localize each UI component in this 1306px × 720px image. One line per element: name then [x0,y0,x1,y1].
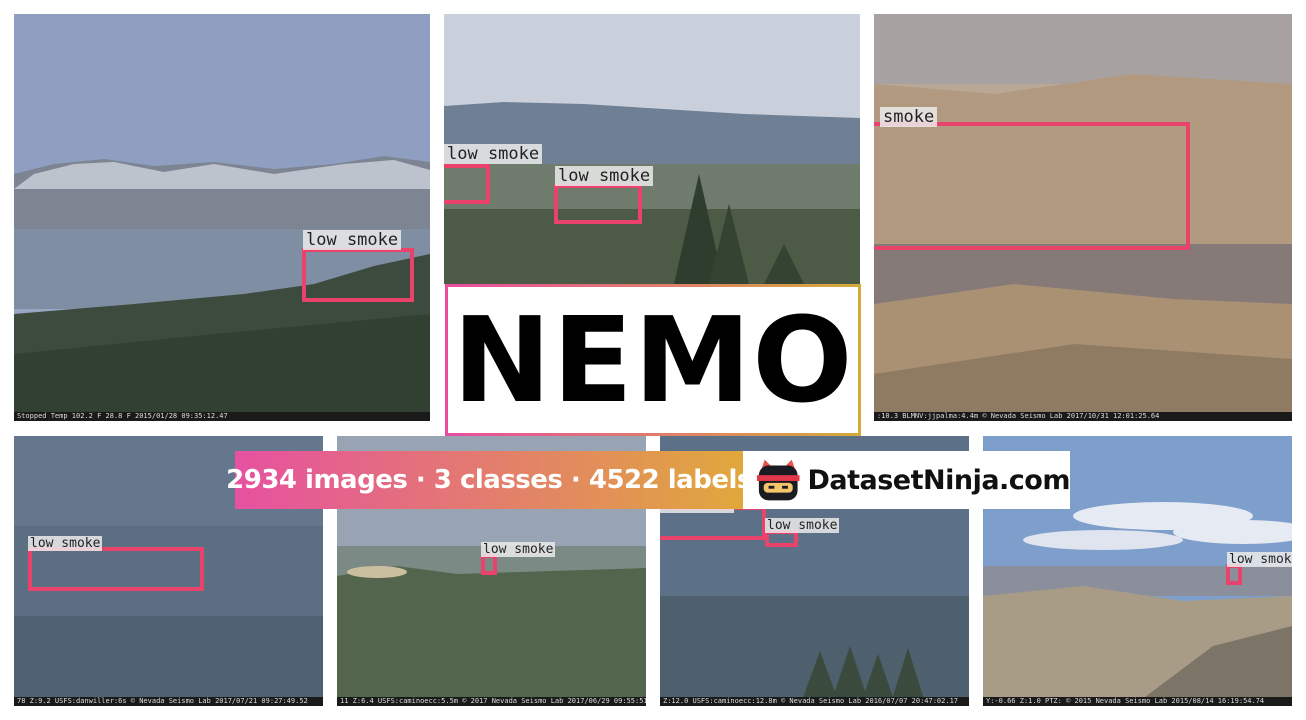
bounding-box [481,554,497,575]
bounding-box [874,122,1190,250]
ninja-logo-icon [756,459,800,501]
box-label: low smoke [444,144,543,164]
bounding-box [444,164,490,204]
box-label: low smoke [1227,552,1292,567]
title-card: NEMO [445,284,861,436]
image-tile-3[interactable]: smoke :10.3 BLMNV:jjpalma:4.4m © Nevada … [874,14,1292,421]
dataset-stats: 2934 images · 3 classes · 4522 labels [226,465,752,495]
bounding-box [1226,564,1242,585]
dataset-title: NEMO [452,291,854,429]
camera-caption: Y:-0.66 Z:1.0 PTZ: © 2015 Nevada Seismo … [983,697,1292,706]
camera-caption: Z:12.0 USFS:caminoecc:12.8m © Nevada Sei… [660,697,969,706]
bounding-box [28,547,204,591]
bounding-box [302,248,414,302]
box-label: low smoke [303,230,402,250]
bounding-box [554,184,642,224]
scene-lake [14,14,430,421]
box-label: low smoke [481,542,556,557]
brand-link[interactable]: DatasetNinja.com [743,451,1070,509]
camera-caption: Stopped Temp 102.2 F 28.8 F 2015/01/28 0… [14,412,430,421]
brand-name: DatasetNinja.com [807,464,1070,496]
image-tile-1[interactable]: low smoke Stopped Temp 102.2 F 28.8 F 20… [14,14,430,421]
camera-caption: 78 Z:9.2 USFS:danwiller:6s © Nevada Seis… [14,697,323,706]
image-tile-2[interactable]: low smoke low smoke [444,14,860,284]
stats-banner: 2934 images · 3 classes · 4522 labels [226,451,752,509]
camera-caption: 11 Z:6.4 USFS:caminoecc:5.5m © 2017 Neva… [337,697,646,706]
camera-caption: :10.3 BLMNV:jjpalma:4.4m © Nevada Seismo… [874,412,1292,421]
box-label: low smoke [765,518,840,533]
box-label: low smoke [28,536,103,551]
box-label: low smoke [555,166,654,186]
box-label: smoke [880,107,938,127]
